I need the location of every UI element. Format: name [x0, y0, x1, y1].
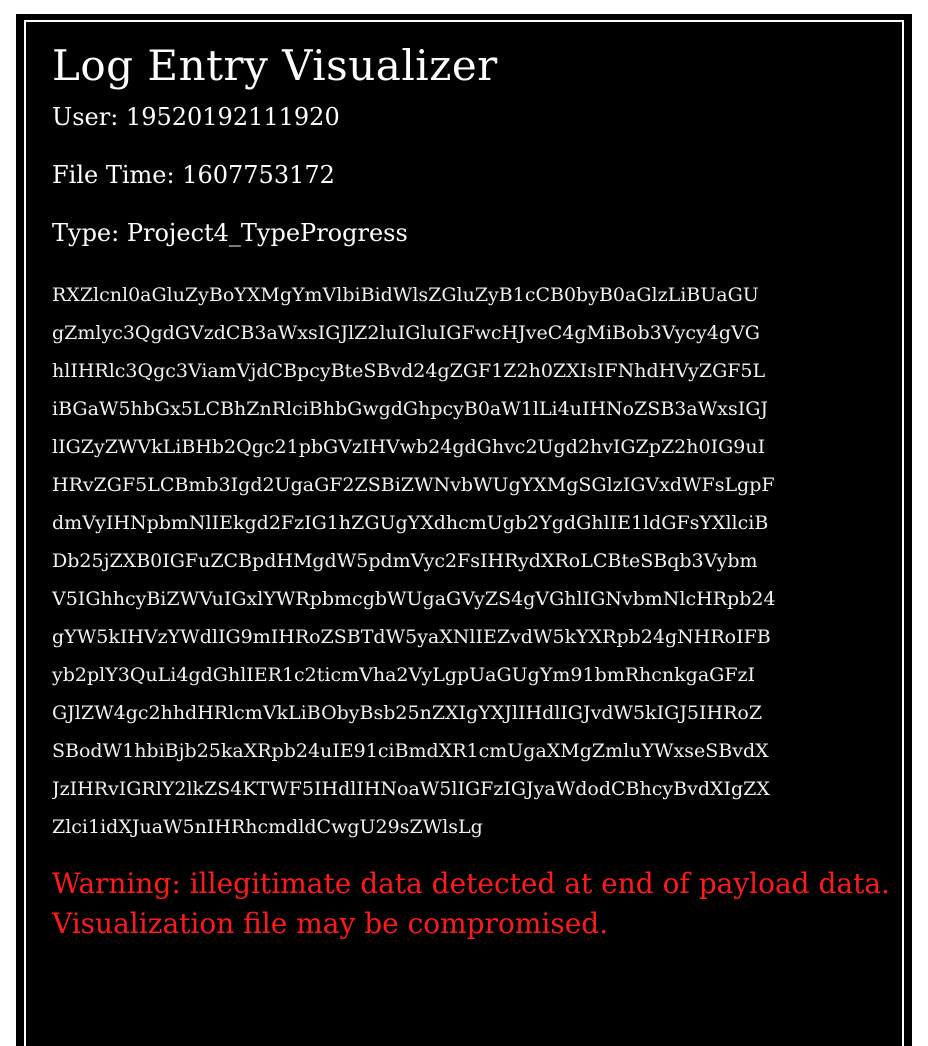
payload-line: Db25jZXB0IGFuZCBpdHMgdW5pdmVyc2FsIHRydXR…	[52, 550, 758, 572]
payload-line: V5IGhhcyBiZWVuIGxlYWRpbmcgbWUgaGVyZS4gVG…	[52, 588, 776, 610]
visualizer-window: Log Entry Visualizer User: 1952019211192…	[16, 14, 912, 1046]
type-field: Type: Project4_TypeProgress	[52, 219, 408, 247]
payload-block: RXZlcnl0aGluZyBoYXMgYmVlbiBidWlsZGluZyB1…	[52, 276, 912, 846]
payload-line: SBodW1hbiBjb25kaXRpb24uIE91ciBmdXR1cmUga…	[52, 740, 769, 762]
visualizer-panel: Log Entry Visualizer User: 1952019211192…	[24, 20, 904, 1046]
payload-line: gYW5kIHVzYWdlIG9mIHRoZSBTdW5yaXNlIEZvdW5…	[52, 626, 771, 648]
payload-line: Zlci1idXJuaW5nIHRhcmdldCwgU29sZWlsLg	[52, 816, 483, 838]
file-time-field: File Time: 1607753172	[52, 161, 335, 189]
payload-line: yb2plY3QuLi4gdGhlIER1c2ticmVha2VyLgpUaGU…	[52, 664, 756, 686]
payload-line: dmVyIHNpbmNlIEkgd2FzIG1hZGUgYXdhcmUgb2Yg…	[52, 512, 769, 534]
user-field: User: 19520192111920	[52, 103, 340, 131]
payload-line: RXZlcnl0aGluZyBoYXMgYmVlbiBidWlsZGluZyB1…	[52, 284, 759, 306]
warning-message: Warning: illegitimate data detected at e…	[52, 867, 890, 940]
payload-line: gZmlyc3QgdGVzdCB3aWxsIGJlZ2luIGluIGFwcHJ…	[52, 322, 760, 344]
page-title: Log Entry Visualizer	[52, 41, 498, 90]
payload-line: GJlZW4gc2hhdHRlcmVkLiBObyBsb25nZXIgYXJlI…	[52, 702, 763, 724]
payload-line: JzIHRvIGRlY2lkZS4KTWF5IHdlIHNoaW5lIGFzIG…	[52, 778, 770, 800]
payload-line: HRvZGF5LCBmb3Igd2UgaGF2ZSBiZWNvbWUgYXMgS…	[52, 474, 775, 496]
payload-line: lIGZyZWVkLiBHb2Qgc21pbGVzIHVwb24gdGhvc2U…	[52, 436, 766, 458]
payload-line: hlIHRlc3Qgc3ViamVjdCBpcyBteSBvd24gZGF1Z2…	[52, 360, 766, 382]
payload-line: iBGaW5hbGx5LCBhZnRlciBhbGwgdGhpcyB0aW1lL…	[52, 398, 768, 420]
